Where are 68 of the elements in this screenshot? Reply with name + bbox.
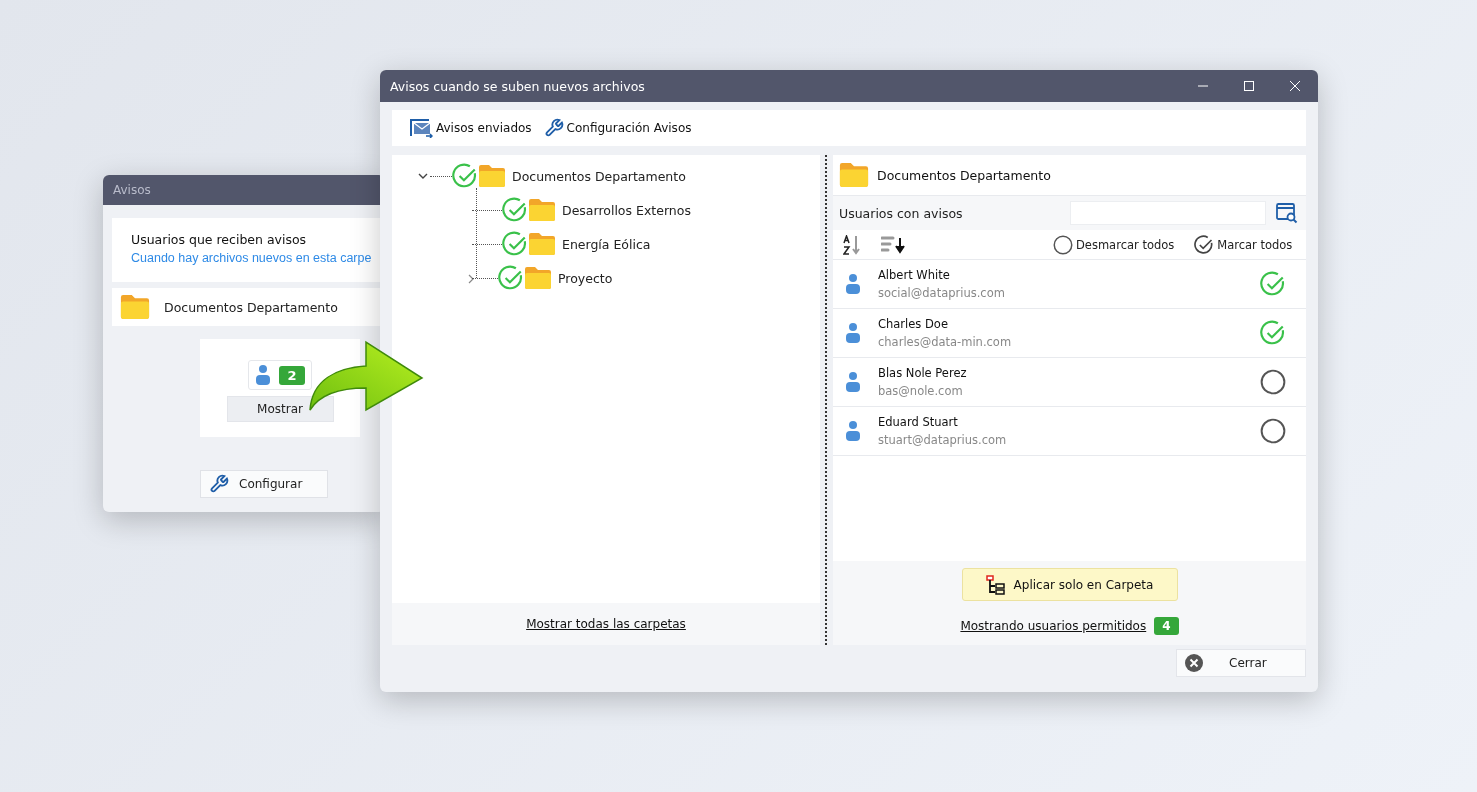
person-icon xyxy=(255,364,272,386)
user-email: social@dataprius.com xyxy=(878,286,1006,300)
allowed-users-link[interactable]: Mostrando usuarios permitidos xyxy=(960,619,1147,633)
folder-icon xyxy=(524,266,552,290)
check-circle-icon[interactable] xyxy=(498,265,524,291)
toolbar-button[interactable]: Configuración Avisos xyxy=(543,118,692,138)
mail-icon xyxy=(409,118,433,138)
check-all-button[interactable]: Marcar todos xyxy=(1194,234,1293,255)
check-circle-icon[interactable] xyxy=(502,231,528,257)
person-icon xyxy=(845,322,861,344)
wrench-icon xyxy=(543,118,564,138)
toolbar-button[interactable]: Avisos enviados xyxy=(409,118,532,138)
show-all-folders-link[interactable]: Mostrar todas las carpetas xyxy=(526,617,686,631)
chevron-icon[interactable] xyxy=(466,273,476,284)
search-window-icon[interactable] xyxy=(1276,202,1298,224)
folder-label[interactable]: Documentos Departamento xyxy=(512,168,686,184)
folder-label: Documentos Departamento xyxy=(164,299,338,315)
folder-icon xyxy=(528,198,556,222)
uncheck-all-button[interactable]: Desmarcar todos xyxy=(1053,234,1175,255)
folder-icon xyxy=(478,164,506,188)
show-button[interactable]: Mostrar xyxy=(226,396,334,422)
close-dialog-button[interactable]: Cerrar xyxy=(1176,649,1306,677)
user-row[interactable]: Albert White social@dataprius.com xyxy=(833,260,1306,309)
count-badge: 4 xyxy=(1154,617,1179,635)
window-title: Avisos xyxy=(113,183,151,197)
user-row[interactable]: Eduard Stuart stuart@dataprius.com xyxy=(833,407,1306,456)
maximize-icon[interactable] xyxy=(1243,80,1255,92)
user-row[interactable]: Charles Doe charles@data-min.com xyxy=(833,309,1306,358)
tree-structure-icon xyxy=(985,574,1006,595)
person-icon xyxy=(845,273,861,295)
folder-icon xyxy=(118,294,152,320)
check-circle-icon[interactable] xyxy=(1260,320,1286,346)
users-label: Usuarios con avisos xyxy=(839,205,963,221)
folder-label[interactable]: Proyecto xyxy=(558,270,613,286)
user-name: Blas Nole Perez xyxy=(878,366,968,380)
user-name: Charles Doe xyxy=(878,317,949,331)
folder-title: Documentos Departamento xyxy=(877,167,1051,183)
empty-circle-icon[interactable] xyxy=(1053,234,1073,255)
user-row[interactable]: Blas Nole Perez bas@nole.com xyxy=(833,358,1306,407)
person-icon xyxy=(845,420,861,442)
check-circle-icon[interactable] xyxy=(502,197,528,223)
close-circle-icon xyxy=(1185,654,1203,672)
folder-icon xyxy=(837,162,871,188)
folder-icon xyxy=(528,232,556,256)
empty-circle-icon[interactable] xyxy=(1260,418,1286,444)
check-circle-icon[interactable] xyxy=(1260,271,1286,297)
user-email: stuart@dataprius.com xyxy=(878,433,1008,447)
person-icon xyxy=(845,371,861,393)
check-circle-icon[interactable] xyxy=(452,163,478,189)
chevron-icon[interactable] xyxy=(418,171,428,181)
folder-label[interactable]: Energía Eólica xyxy=(562,236,651,252)
apply-folder-button[interactable]: Aplicar solo en Carpeta xyxy=(961,568,1178,601)
sort-list-icon[interactable] xyxy=(881,235,905,254)
user-name: Albert White xyxy=(878,268,951,282)
check-circle-icon[interactable] xyxy=(1194,234,1215,255)
window-title: Avisos cuando se suben nuevos archivos xyxy=(390,78,645,94)
configure-button[interactable]: Configurar xyxy=(200,470,328,498)
user-email: bas@nole.com xyxy=(878,384,964,398)
sort-alphabetical-icon[interactable] xyxy=(843,234,861,255)
count-badge: 2 xyxy=(279,365,305,385)
wrench-icon xyxy=(209,474,229,494)
close-icon[interactable] xyxy=(1289,80,1301,92)
folder-label[interactable]: Desarrollos Externos xyxy=(562,202,691,218)
card-subtitle: Cuando hay archivos nuevos en esta carpe xyxy=(131,251,372,265)
user-name: Eduard Stuart xyxy=(878,415,959,429)
card-heading: Usuarios que reciben avisos xyxy=(131,232,308,247)
user-email: charles@data-min.com xyxy=(878,335,1013,349)
empty-circle-icon[interactable] xyxy=(1260,369,1286,395)
